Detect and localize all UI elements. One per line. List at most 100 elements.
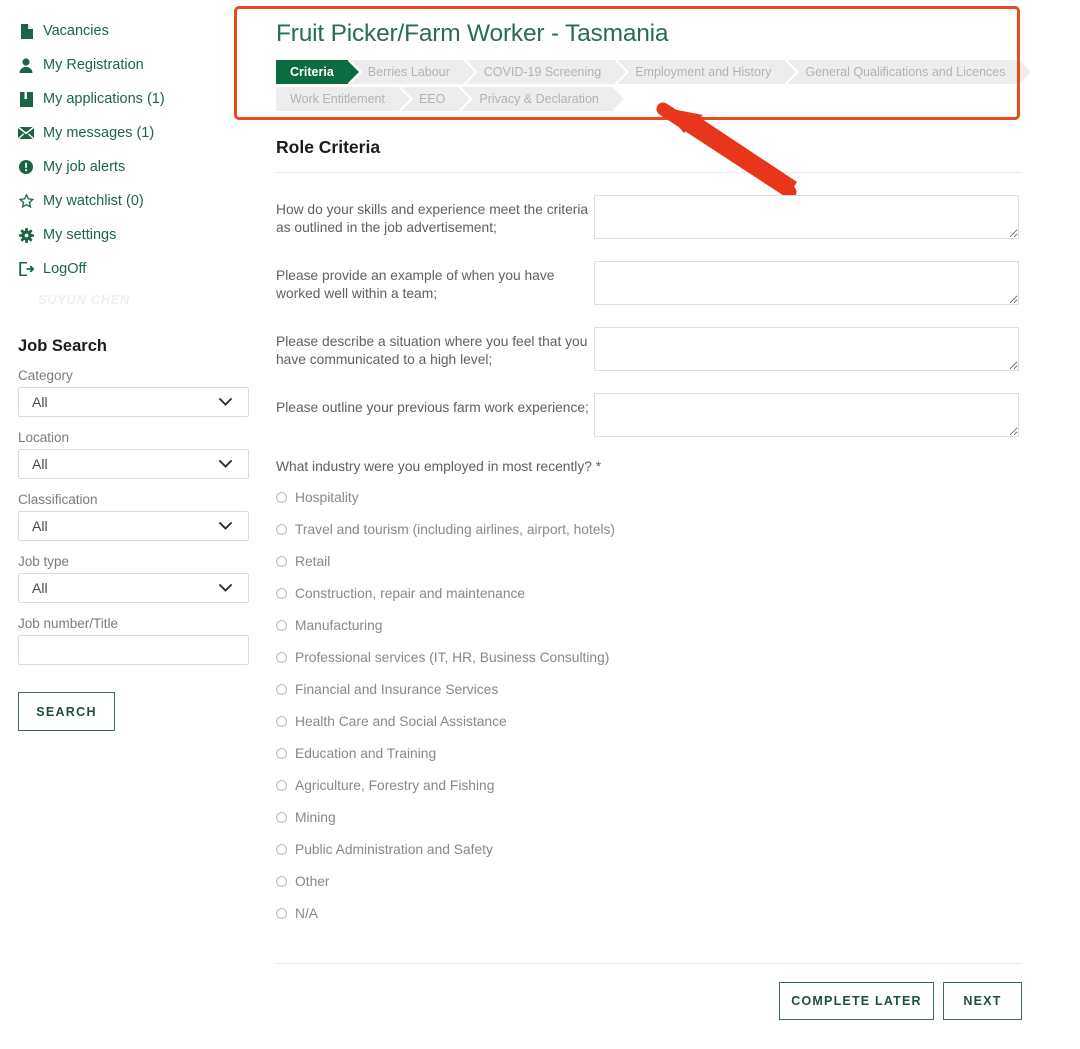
radio-label: Financial and Insurance Services	[295, 682, 499, 697]
sidebar-item-label: Vacancies	[43, 22, 109, 39]
tab-employment-and-history[interactable]: Employment and History	[617, 60, 797, 84]
radio-label: Mining	[295, 810, 336, 825]
radio-option-financial-and-insurance[interactable]: Financial and Insurance Services	[276, 682, 1022, 697]
category-field-group: Category All	[0, 368, 262, 417]
tab-berries-labour[interactable]: Berries Labour	[349, 60, 475, 84]
question-label: Please provide an example of when you ha…	[276, 268, 555, 301]
radio-circle-icon	[276, 780, 287, 791]
radio-option-na[interactable]: N/A	[276, 906, 1022, 921]
sidebar-item-label: My settings	[43, 226, 117, 243]
question-row: Please provide an example of when you ha…	[276, 261, 1022, 305]
sidebar-item-label: My Registration	[43, 56, 144, 73]
industry-question-label: What industry were you employed in most …	[276, 459, 602, 474]
job-number-input[interactable]	[18, 635, 249, 665]
sidebar-item-my-messages[interactable]: My messages (1)	[0, 116, 262, 150]
question-textarea-teamwork[interactable]	[594, 261, 1019, 305]
tab-covid-19-screening[interactable]: COVID-19 Screening	[465, 60, 627, 84]
job-number-label: Job number/Title	[18, 616, 119, 631]
job-type-select[interactable]: All	[18, 573, 249, 603]
radio-label: Agriculture, Forestry and Fishing	[295, 778, 495, 793]
job-search-heading: Job Search	[18, 337, 107, 355]
classification-select[interactable]: All	[18, 511, 249, 541]
radio-circle-icon	[276, 492, 287, 503]
radio-circle-icon	[276, 556, 287, 567]
next-button[interactable]: NEXT	[943, 982, 1022, 1020]
radio-label: Professional services (IT, HR, Business …	[295, 650, 610, 665]
sidebar-item-logoff[interactable]: LogOff	[0, 252, 262, 286]
question-textarea-skills-experience[interactable]	[594, 195, 1019, 239]
wizard-steps-row-2: Work Entitlement EEO Privacy & Declarati…	[276, 87, 1022, 111]
job-type-field-group: Job type All	[0, 554, 262, 603]
main-content: Fruit Picker/Farm Worker - Tasmania Crit…	[262, 0, 1080, 1040]
question-textarea-communication[interactable]	[594, 327, 1019, 371]
category-select[interactable]: All	[18, 387, 249, 417]
radio-label: Hospitality	[295, 490, 359, 505]
radio-circle-icon	[276, 812, 287, 823]
radio-label: Health Care and Social Assistance	[295, 714, 507, 729]
star-icon	[18, 193, 34, 209]
radio-label: Travel and tourism (including airlines, …	[295, 522, 616, 537]
question-label: Please describe a situation where you fe…	[276, 334, 588, 367]
location-select[interactable]: All	[18, 449, 249, 479]
classification-label: Classification	[18, 492, 98, 507]
sidebar-nav: Vacancies My Registration My application…	[0, 14, 262, 286]
location-label: Location	[18, 430, 70, 445]
tab-label: Privacy & Declaration	[479, 92, 599, 106]
radio-circle-icon	[276, 844, 287, 855]
classification-field-group: Classification All	[0, 492, 262, 541]
radio-circle-icon	[276, 652, 287, 663]
question-textarea-farm-experience[interactable]	[594, 393, 1019, 437]
radio-option-professional-services[interactable]: Professional services (IT, HR, Business …	[276, 650, 1022, 665]
radio-circle-icon	[276, 876, 287, 887]
job-type-label: Job type	[18, 554, 70, 569]
sidebar-item-my-settings[interactable]: My settings	[0, 218, 262, 252]
footer-actions: COMPLETE LATER NEXT	[276, 982, 1022, 1040]
tab-label: Berries Labour	[367, 65, 450, 79]
radio-circle-icon	[276, 684, 287, 695]
tab-criteria[interactable]: Criteria	[276, 60, 359, 84]
tab-label: General Qualifications and Licences	[805, 65, 1006, 79]
sidebar-item-my-watchlist[interactable]: My watchlist (0)	[0, 184, 262, 218]
radio-option-mining[interactable]: Mining	[276, 810, 1022, 825]
alert-circle-icon	[18, 159, 34, 175]
sidebar-item-my-job-alerts[interactable]: My job alerts	[0, 150, 262, 184]
search-button[interactable]: SEARCH	[18, 692, 115, 731]
job-number-field-group: Job number/Title	[0, 616, 262, 665]
tab-general-qualifications-and-licences[interactable]: General Qualifications and Licences	[787, 60, 1031, 84]
tab-label: COVID-19 Screening	[483, 65, 602, 79]
radio-option-hospitality[interactable]: Hospitality	[276, 490, 1022, 505]
location-field-group: Location All	[0, 430, 262, 479]
radio-option-retail[interactable]: Retail	[276, 554, 1022, 569]
radio-option-construction[interactable]: Construction, repair and maintenance	[276, 586, 1022, 601]
radio-option-health-care[interactable]: Health Care and Social Assistance	[276, 714, 1022, 729]
sidebar-item-vacancies[interactable]: Vacancies	[0, 14, 262, 48]
sidebar-item-my-registration[interactable]: My Registration	[0, 48, 262, 82]
sidebar: Vacancies My Registration My application…	[0, 0, 262, 1049]
complete-later-button[interactable]: COMPLETE LATER	[779, 982, 934, 1020]
tab-privacy-and-declaration[interactable]: Privacy & Declaration	[461, 87, 624, 111]
question-label: Please outline your previous farm work e…	[276, 400, 589, 415]
file-icon	[18, 23, 34, 39]
radio-label: Other	[295, 874, 330, 889]
radio-option-public-administration[interactable]: Public Administration and Safety	[276, 842, 1022, 857]
classification-value: All	[32, 518, 48, 534]
category-label: Category	[18, 368, 73, 383]
tab-work-entitlement[interactable]: Work Entitlement	[276, 87, 410, 111]
sidebar-item-my-applications[interactable]: My applications (1)	[0, 82, 262, 116]
question-row: How do your skills and experience meet t…	[276, 195, 1022, 239]
job-type-value: All	[32, 580, 48, 596]
radio-label: Education and Training	[295, 746, 437, 761]
radio-option-education-and-training[interactable]: Education and Training	[276, 746, 1022, 761]
radio-label: Retail	[295, 554, 331, 569]
radio-option-travel-and-tourism[interactable]: Travel and tourism (including airlines, …	[276, 522, 1022, 537]
radio-option-manufacturing[interactable]: Manufacturing	[276, 618, 1022, 633]
tab-label: Employment and History	[635, 65, 772, 79]
radio-option-agriculture[interactable]: Agriculture, Forestry and Fishing	[276, 778, 1022, 793]
radio-option-other[interactable]: Other	[276, 874, 1022, 889]
footer-divider	[276, 963, 1022, 964]
logout-icon	[18, 261, 34, 277]
tab-label: Criteria	[290, 65, 334, 79]
radio-circle-icon	[276, 716, 287, 727]
sidebar-item-label: LogOff	[43, 260, 87, 277]
sidebar-item-label: My messages (1)	[43, 124, 155, 141]
